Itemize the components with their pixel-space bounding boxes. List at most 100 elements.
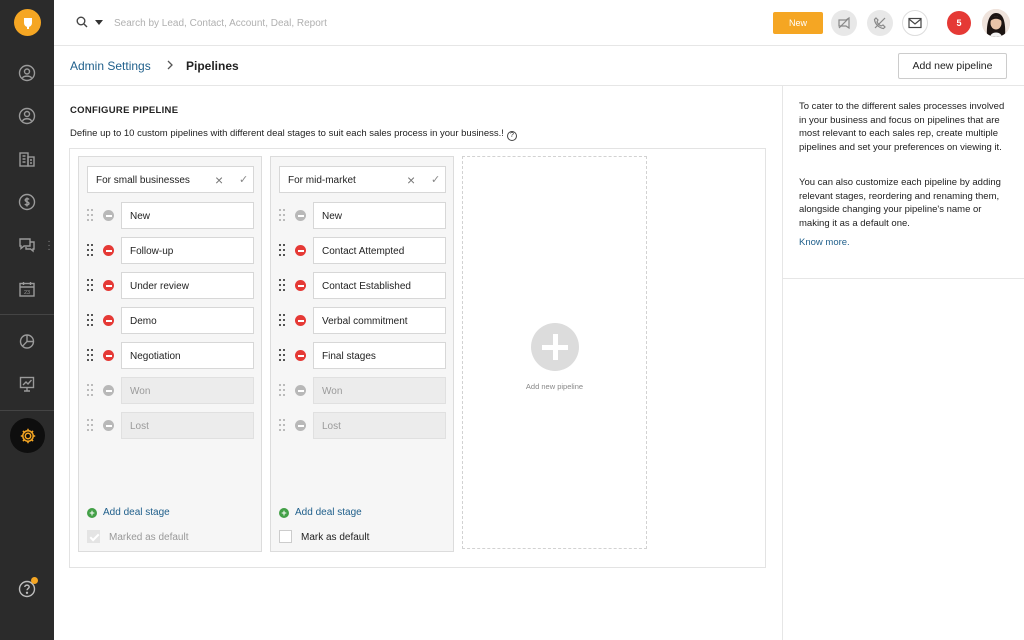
stage-name-field[interactable]: Contact Established (313, 272, 446, 299)
help-paragraph: You can also customize each pipeline by … (799, 177, 1001, 229)
plus-icon: + (87, 508, 97, 518)
stage-name: Contact Established (322, 281, 411, 292)
default-checkbox[interactable] (279, 530, 292, 543)
know-more-link[interactable]: Know more. (799, 237, 850, 248)
drag-handle-icon[interactable] (87, 279, 93, 292)
phone-off-icon[interactable] (867, 10, 893, 36)
stage-name-field: Won (313, 377, 446, 404)
pipeline-name-text: For mid-market (288, 175, 356, 186)
stage-name-field: Lost (121, 412, 254, 439)
remove-stage-icon[interactable] (295, 350, 306, 361)
remove-stage-icon[interactable] (103, 315, 114, 326)
remove-stage-icon (103, 420, 114, 431)
global-search-input[interactable] (114, 14, 414, 32)
remove-stage-icon[interactable] (103, 350, 114, 361)
stage-name-field[interactable]: Contact Attempted (313, 237, 446, 264)
clear-icon[interactable]: × (215, 172, 223, 188)
conversations-icon[interactable] (15, 233, 39, 257)
help-question-icon[interactable]: ? (506, 131, 517, 141)
remove-stage-icon (295, 420, 306, 431)
default-checkbox-row[interactable]: Mark as default (279, 530, 369, 543)
campaign-icon[interactable] (831, 10, 857, 36)
drag-handle-icon (279, 384, 285, 397)
more-options-icon[interactable]: · · · (47, 237, 51, 255)
drag-handle-icon[interactable] (279, 279, 285, 292)
add-new-pipeline-card[interactable]: Add new pipeline (462, 156, 647, 549)
stage-name-field[interactable]: Under review (121, 272, 254, 299)
calendar-day: 23 (24, 290, 30, 296)
sidebar-divider (0, 410, 54, 411)
leads-icon[interactable] (15, 61, 39, 85)
pipeline-name-field[interactable]: For mid-market × ✓ (279, 166, 446, 193)
remove-stage-icon[interactable] (295, 280, 306, 291)
remove-stage-icon[interactable] (103, 245, 114, 256)
add-new-pipeline-label: Add new pipeline (525, 382, 584, 391)
stage-name-field[interactable]: New (313, 202, 446, 229)
drag-handle-icon[interactable] (87, 314, 93, 327)
stage-name-field[interactable]: Final stages (313, 342, 446, 369)
stage-name-field[interactable]: New (121, 202, 254, 229)
deal-stage-row: New (279, 202, 446, 229)
default-label: Mark as default (301, 532, 370, 543)
section-description-text: Define up to 10 custom pipelines with di… (70, 128, 504, 139)
drag-handle-icon (279, 419, 285, 432)
contacts-icon[interactable] (15, 104, 39, 128)
stage-name: Lost (322, 421, 341, 432)
add-deal-stage-link[interactable]: + Add deal stage (87, 507, 170, 518)
drag-handle-icon[interactable] (279, 209, 285, 222)
help-notification-dot (31, 577, 38, 584)
stage-name-field: Won (121, 377, 254, 404)
freshsales-logo-icon[interactable] (14, 9, 41, 36)
stage-name-field[interactable]: Negotiation (121, 342, 254, 369)
drag-handle-icon[interactable] (279, 314, 285, 327)
reports-icon[interactable] (15, 329, 39, 353)
new-button[interactable]: New (773, 12, 823, 34)
pipeline-name-field[interactable]: For small businesses × ✓ (87, 166, 254, 193)
deals-icon[interactable] (15, 190, 39, 214)
confirm-check-icon[interactable]: ✓ (431, 173, 440, 186)
add-deal-stage-label: Add deal stage (103, 507, 170, 518)
avatar[interactable] (982, 9, 1010, 37)
sidebar: · · · 23 (0, 0, 54, 640)
deal-stage-row: Contact Attempted (279, 237, 446, 264)
remove-stage-icon (103, 210, 114, 221)
remove-stage-icon[interactable] (103, 280, 114, 291)
deal-stage-row-locked: Lost (87, 412, 254, 439)
drag-handle-icon[interactable] (87, 209, 93, 222)
deal-stage-row: New (87, 202, 254, 229)
settings-icon[interactable] (10, 418, 45, 453)
accounts-icon[interactable] (15, 147, 39, 171)
stage-name-field[interactable]: Follow-up (121, 237, 254, 264)
stage-name: Contact Attempted (322, 246, 405, 257)
drag-handle-icon (87, 419, 93, 432)
breadcrumb-admin-settings-link[interactable]: Admin Settings (70, 59, 151, 73)
calendar-icon[interactable]: 23 (15, 277, 39, 301)
breadcrumb: Admin Settings Pipelines Add new pipelin… (54, 46, 1024, 86)
add-new-pipeline-button[interactable]: Add new pipeline (898, 53, 1007, 79)
stage-name-field[interactable]: Verbal commitment (313, 307, 446, 334)
search-scope-dropdown-icon[interactable] (95, 20, 103, 25)
notifications-badge[interactable]: 5 (947, 11, 971, 35)
clear-icon[interactable]: × (407, 172, 415, 188)
pipeline-name-text: For small businesses (96, 175, 190, 186)
mail-icon[interactable] (902, 10, 928, 36)
remove-stage-icon[interactable] (295, 245, 306, 256)
deal-stage-row: Follow-up (87, 237, 254, 264)
stage-name-field[interactable]: Demo (121, 307, 254, 334)
drag-handle-icon[interactable] (87, 349, 93, 362)
drag-handle-icon[interactable] (279, 244, 285, 257)
confirm-check-icon[interactable]: ✓ (239, 173, 248, 186)
pipeline-card: For small businesses × ✓ New Follow-up U… (78, 156, 262, 552)
add-circle-icon[interactable] (531, 323, 579, 371)
analytics-icon[interactable] (15, 372, 39, 396)
remove-stage-icon[interactable] (295, 315, 306, 326)
drag-handle-icon[interactable] (87, 244, 93, 257)
default-label: Marked as default (109, 532, 189, 543)
stage-name: Negotiation (130, 351, 181, 362)
deal-stage-row: Negotiation (87, 342, 254, 369)
default-checkbox-row: Marked as default (87, 530, 189, 543)
add-deal-stage-link[interactable]: + Add deal stage (279, 507, 362, 518)
stage-name: Final stages (322, 351, 376, 362)
drag-handle-icon[interactable] (279, 349, 285, 362)
search-icon[interactable] (76, 16, 90, 30)
